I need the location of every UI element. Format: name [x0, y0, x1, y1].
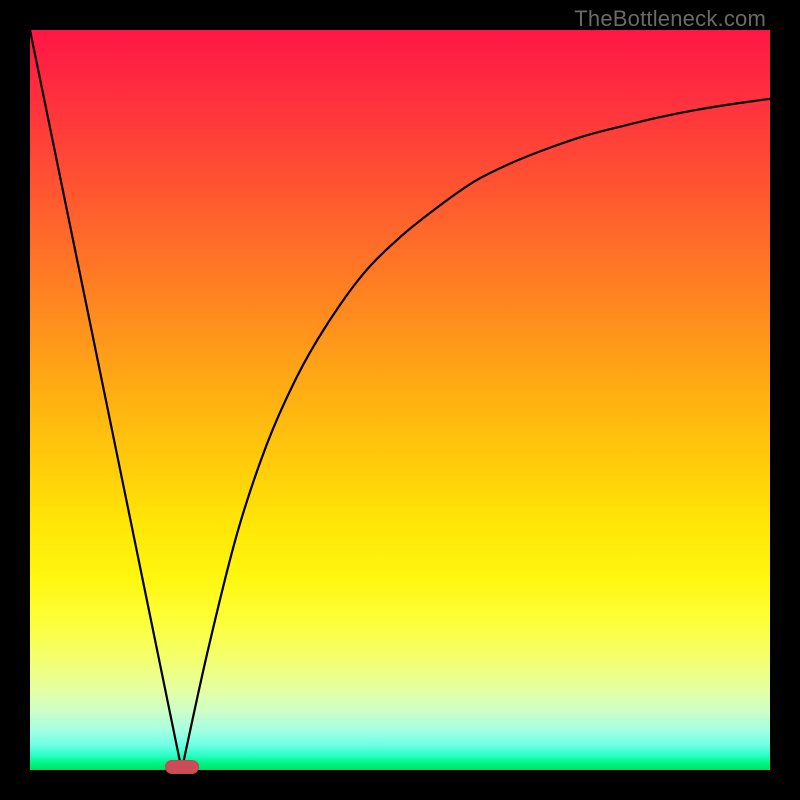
- chart-container: TheBottleneck.com: [0, 0, 800, 800]
- curve-path: [30, 30, 770, 770]
- plot-area: [30, 30, 770, 770]
- curve-svg: [30, 30, 770, 770]
- watermark-text: TheBottleneck.com: [574, 6, 766, 32]
- min-point-marker: [165, 760, 199, 774]
